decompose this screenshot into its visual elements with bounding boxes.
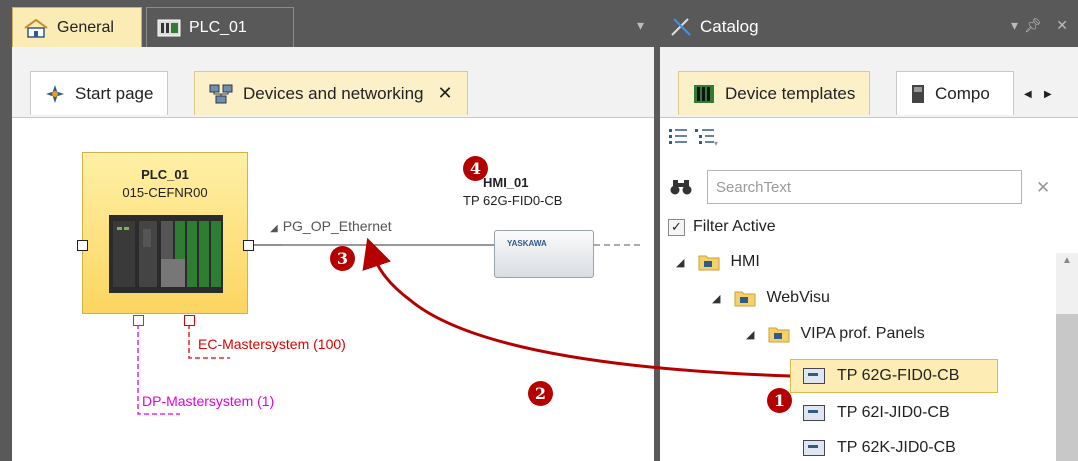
hmi-device[interactable]: YASKAWA	[494, 230, 594, 278]
step-badge-2: 2	[528, 381, 553, 406]
tab-general[interactable]: General	[12, 7, 142, 47]
tab-dropdown-icon[interactable]: ▾	[637, 17, 644, 34]
left-window: General PLC_01 ▾ Start page Devices and …	[12, 7, 654, 461]
window-splitter[interactable]	[654, 0, 660, 461]
search-placeholder: SearchText	[716, 178, 792, 196]
tree-node-tp62k[interactable]: TP 62K-JID0-CB	[803, 439, 956, 457]
tab-components-label: Compo	[935, 83, 990, 103]
expand-arrow-icon[interactable]: ◢	[712, 292, 720, 305]
document-tab-strip: General PLC_01 ▾	[12, 7, 654, 47]
tab-device-templates[interactable]: Device templates	[678, 71, 871, 115]
tree-node-tp62g[interactable]: TP 62G-FID0-CB	[790, 359, 998, 393]
expand-arrow-icon[interactable]: ◢	[746, 328, 754, 341]
catalog-title-bar: Catalog ▾ 📌︎ ✕	[660, 7, 1078, 47]
scroll-tabs-right-icon[interactable]: ▶	[1044, 89, 1052, 100]
tree-node-label: TP 62I-JID0-CB	[837, 404, 950, 421]
tree-node-label: TP 62G-FID0-CB	[837, 367, 960, 384]
network-collapse-icon[interactable]: ◢	[270, 223, 278, 234]
plc-type: 015-CEFNR00	[122, 185, 208, 200]
folder-icon	[698, 255, 720, 271]
tab-general-label: General	[57, 18, 114, 36]
network-name: PG_OP_Ethernet	[282, 218, 392, 234]
network-canvas[interactable]: PLC_01 015-CEFNR00 ◢ PG_OP_Ethernet HMI_…	[12, 117, 654, 461]
catalog-search-input[interactable]: SearchText	[707, 170, 1022, 204]
binoculars-icon	[670, 178, 692, 201]
plc-icon	[157, 19, 181, 37]
scroll-up-icon[interactable]: ▲	[1062, 255, 1072, 266]
expand-arrow-icon[interactable]: ◢	[676, 256, 684, 269]
collapse-all-icon[interactable]: ▾	[694, 126, 718, 151]
plc-name: PLC_01	[141, 167, 189, 182]
tab-device-templates-label: Device templates	[725, 83, 856, 103]
dp-port[interactable]	[133, 315, 144, 326]
catalog-tab-row: Device templates Compo ◀ ▶	[660, 47, 1078, 117]
network-icon	[209, 84, 233, 104]
catalog-dropdown-icon[interactable]: ▾	[1011, 17, 1018, 34]
catalog-window: Catalog ▾ 📌︎ ✕ Device templates Compo ◀ …	[660, 7, 1078, 461]
plc-module-image	[109, 215, 223, 293]
svg-text:▾: ▾	[714, 139, 718, 146]
tree-toolbar: ▾	[668, 126, 718, 151]
tab-devices-networking-label: Devices and networking	[243, 83, 424, 103]
hmi-panel-icon	[803, 405, 825, 421]
start-icon	[45, 84, 65, 104]
hmi-type: TP 62G-FID0-CB	[463, 193, 563, 208]
folder-icon	[734, 291, 756, 307]
pin-icon[interactable]: 📌︎	[1024, 17, 1042, 34]
tree-node-label: HMI	[730, 253, 760, 270]
ec-port[interactable]	[184, 315, 195, 326]
home-icon	[23, 18, 49, 38]
tab-devices-networking[interactable]: Devices and networking ✕	[194, 71, 468, 115]
filter-checkbox[interactable]: ✓	[668, 218, 685, 236]
close-tab-icon[interactable]: ✕	[437, 83, 452, 104]
dp-mastersystem-label[interactable]: DP-Mastersystem (1)	[142, 393, 274, 409]
clear-search-icon[interactable]: ✕	[1036, 178, 1050, 198]
tab-start-page-label: Start page	[75, 83, 154, 103]
plc-ethernet-port[interactable]	[243, 240, 254, 251]
hmi-panel-icon	[803, 368, 825, 384]
catalog-tree-panel: ▾ SearchText ✕ ✓ Filter Active ▲ ◢ HMI ◢…	[660, 117, 1078, 461]
step-badge-4: 4	[463, 156, 488, 181]
hmi-panel-icon	[803, 440, 825, 456]
ec-mastersystem-label[interactable]: EC-Mastersystem (100)	[198, 336, 346, 352]
tree-node-tp62i[interactable]: TP 62I-JID0-CB	[803, 404, 950, 422]
plc-device[interactable]: PLC_01 015-CEFNR00	[82, 152, 248, 314]
page-tab-row: Start page Devices and networking ✕	[12, 47, 654, 117]
tree-node-label: WebVisu	[766, 289, 830, 306]
step-badge-3: 3	[330, 246, 355, 271]
filter-active-row[interactable]: ✓ Filter Active	[668, 218, 776, 236]
tab-plc01[interactable]: PLC_01	[146, 7, 294, 47]
network-label[interactable]: ◢ PG_OP_Ethernet	[270, 218, 392, 234]
tree-scroll-thumb[interactable]	[1056, 314, 1078, 461]
expand-all-icon[interactable]	[668, 126, 688, 151]
scroll-tabs-left-icon[interactable]: ◀	[1024, 89, 1032, 100]
tree-node-hmi[interactable]: ◢ HMI	[676, 253, 760, 271]
tools-icon	[670, 17, 692, 37]
catalog-title: Catalog	[700, 17, 759, 36]
tree-node-label: VIPA prof. Panels	[800, 325, 925, 342]
tree-node-vipa-panels[interactable]: ◢ VIPA prof. Panels	[746, 325, 925, 343]
close-catalog-icon[interactable]: ✕	[1056, 17, 1068, 34]
hmi-brand: YASKAWA	[507, 239, 547, 248]
components-icon	[911, 84, 925, 104]
tab-components[interactable]: Compo	[896, 71, 1014, 115]
tree-node-webvisu[interactable]: ◢ WebVisu	[712, 289, 830, 307]
hmi-name: HMI_01	[483, 175, 529, 190]
step-badge-1: 1	[767, 388, 792, 413]
tree-node-label: TP 62K-JID0-CB	[837, 439, 956, 456]
tab-plc01-label: PLC_01	[189, 18, 247, 36]
device-templates-icon	[693, 84, 715, 104]
plc-port-left[interactable]	[77, 240, 88, 251]
tab-start-page[interactable]: Start page	[30, 71, 169, 115]
folder-icon	[768, 327, 790, 343]
filter-active-label: Filter Active	[693, 218, 776, 235]
